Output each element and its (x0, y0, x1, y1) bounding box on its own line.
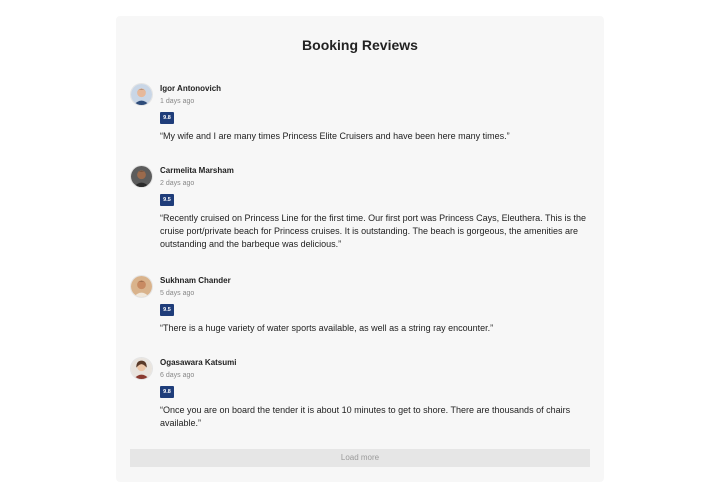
user-avatar-icon (131, 276, 152, 297)
page-title: Booking Reviews (302, 37, 418, 53)
reviews-panel: Booking Reviews Igor Antonovich 1 days a… (116, 16, 604, 482)
avatar (130, 83, 153, 106)
avatar (130, 357, 153, 380)
user-avatar-icon (131, 358, 152, 379)
review-date: 1 days ago (160, 98, 195, 105)
user-avatar-icon (131, 166, 152, 187)
review-date: 6 days ago (160, 372, 195, 379)
user-avatar-icon (131, 84, 152, 105)
score-badge: 9.8 (160, 112, 174, 124)
reviewer-name: Ogasawara Katsumi (160, 358, 237, 367)
review-text: “Once you are on board the tender it is … (160, 405, 571, 428)
score-badge: 9.8 (160, 386, 174, 398)
reviewer-name: Carmelita Marsham (160, 166, 234, 175)
load-more-button[interactable]: Load more (130, 449, 590, 467)
review-text: “Recently cruised on Princess Line for t… (160, 213, 586, 249)
review-text: “My wife and I are many times Princess E… (160, 131, 510, 141)
avatar (130, 275, 153, 298)
review-text: “There is a huge variety of water sports… (160, 323, 494, 333)
review-date: 2 days ago (160, 180, 195, 187)
reviewer-name: Sukhnam Chander (160, 276, 231, 285)
score-badge: 9.5 (160, 194, 174, 206)
reviewer-name: Igor Antonovich (160, 84, 222, 93)
score-badge: 9.5 (160, 304, 174, 316)
avatar (130, 165, 153, 188)
review-date: 5 days ago (160, 290, 195, 297)
